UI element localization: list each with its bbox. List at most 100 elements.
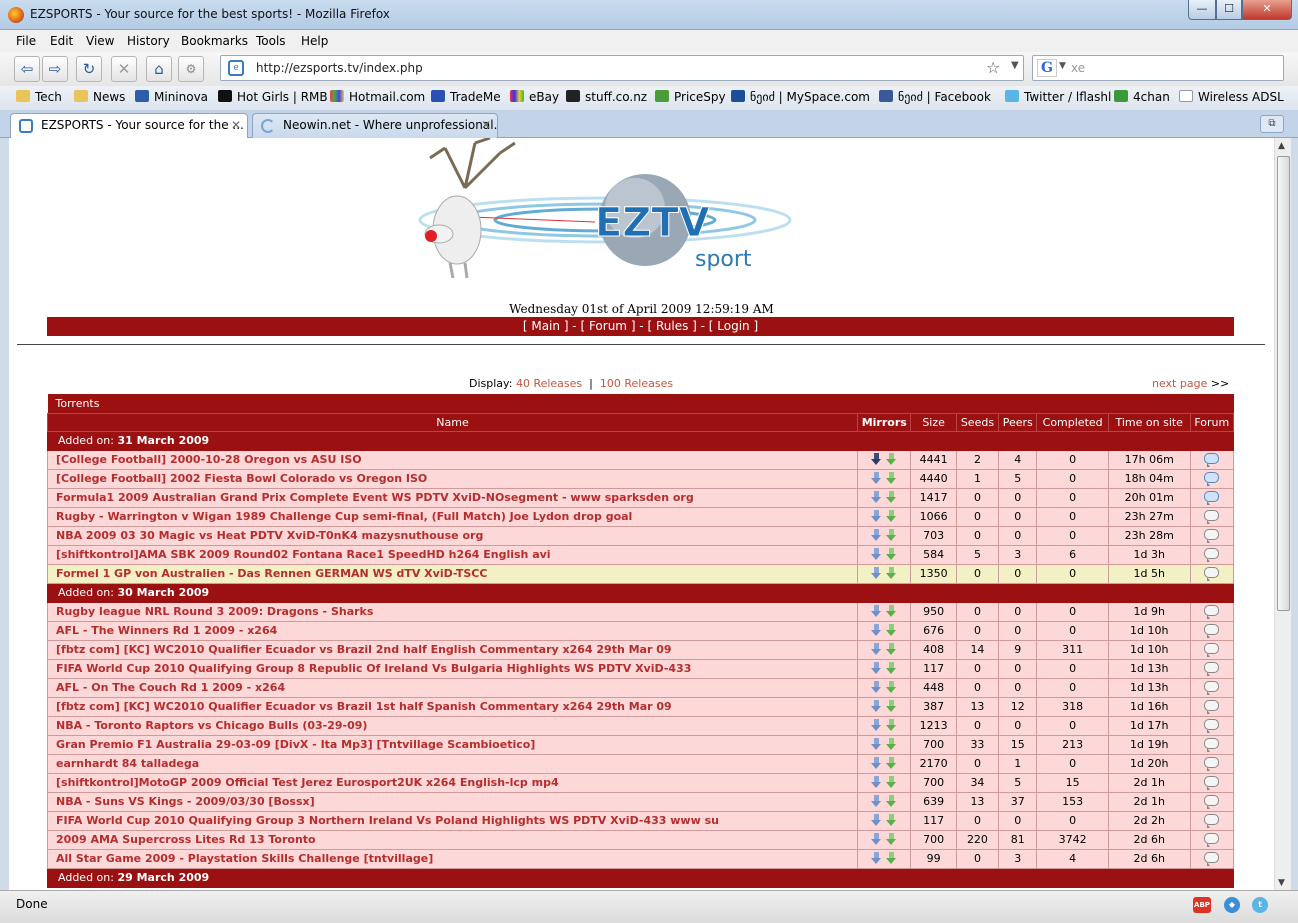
download-icon[interactable] bbox=[871, 452, 882, 466]
scroll-down-icon[interactable]: ▼ bbox=[1278, 878, 1285, 888]
magnet-download-icon[interactable] bbox=[886, 604, 897, 618]
menu-view[interactable]: View bbox=[86, 34, 114, 48]
bookmark-twitter[interactable]: Twitter / lflashl bbox=[1005, 90, 1111, 104]
forum-comment-icon[interactable] bbox=[1204, 681, 1220, 695]
nav-forum-link[interactable]: Forum bbox=[589, 319, 627, 333]
forum-comment-icon[interactable] bbox=[1204, 472, 1220, 486]
display-100-link[interactable]: 100 Releases bbox=[600, 377, 673, 390]
torrent-name-link[interactable]: [College Football] 2000-10-28 Oregon vs … bbox=[46, 449, 859, 470]
forum-comment-icon[interactable] bbox=[1204, 776, 1220, 790]
bookmark-hot-girls[interactable]: Hot Girls | RMB bbox=[218, 90, 328, 104]
torrent-name-link[interactable]: Rugby league NRL Round 3 2009: Dragons -… bbox=[46, 601, 859, 622]
torrent-name-link[interactable]: FIFA World Cup 2010 Qualifying Group 3 N… bbox=[46, 810, 859, 831]
download-icon[interactable] bbox=[871, 756, 882, 770]
forum-comment-icon[interactable] bbox=[1204, 624, 1220, 638]
column-completed[interactable]: Completed bbox=[1036, 412, 1109, 432]
magnet-download-icon[interactable] bbox=[886, 642, 897, 656]
url-dropdown-icon[interactable]: ▼ bbox=[1011, 60, 1019, 71]
bookmark-myspace[interactable]: ნეიძ | MySpace.com bbox=[731, 90, 870, 104]
close-button[interactable]: ✕ bbox=[1242, 0, 1292, 20]
magnet-download-icon[interactable] bbox=[886, 471, 897, 485]
nav-login-link[interactable]: Login bbox=[717, 319, 749, 333]
menu-file[interactable]: File bbox=[16, 34, 36, 48]
forum-comment-icon[interactable] bbox=[1204, 719, 1220, 733]
magnet-download-icon[interactable] bbox=[886, 832, 897, 846]
twitter-status-icon[interactable]: t bbox=[1252, 897, 1268, 913]
torrent-name-link[interactable]: FIFA World Cup 2010 Qualifying Group 8 R… bbox=[46, 658, 859, 679]
menu-history[interactable]: History bbox=[127, 34, 170, 48]
nav-rules-link[interactable]: Rules bbox=[656, 319, 688, 333]
bookmark-ebay[interactable]: eBay bbox=[510, 90, 559, 104]
download-icon[interactable] bbox=[871, 775, 882, 789]
next-page-link[interactable]: next page >> bbox=[1152, 377, 1229, 390]
torrent-name-link[interactable]: [shiftkontrol]MotoGP 2009 Official Test … bbox=[46, 772, 859, 793]
forum-comment-icon[interactable] bbox=[1204, 453, 1220, 467]
forum-comment-icon[interactable] bbox=[1204, 510, 1220, 524]
magnet-download-icon[interactable] bbox=[886, 452, 897, 466]
home-button[interactable]: ⌂ bbox=[146, 56, 172, 82]
bookmark-wireless-adsl[interactable]: Wireless ADSL bbox=[1179, 90, 1284, 104]
torrent-name-link[interactable]: NBA - Toronto Raptors vs Chicago Bulls (… bbox=[46, 715, 859, 736]
url-text[interactable]: http://ezsports.tv/index.php bbox=[256, 61, 423, 75]
forum-comment-icon[interactable] bbox=[1204, 567, 1220, 581]
download-icon[interactable] bbox=[871, 718, 882, 732]
search-engine-dropdown-icon[interactable]: ▼ bbox=[1059, 61, 1066, 71]
download-icon[interactable] bbox=[871, 528, 882, 542]
tab-ezsports[interactable]: EZSPORTS - Your source for the ... ✕ bbox=[10, 113, 248, 138]
forum-comment-icon[interactable] bbox=[1204, 738, 1220, 752]
bookmark-mininova[interactable]: Mininova bbox=[135, 90, 208, 104]
list-all-tabs-button[interactable]: ⧉ bbox=[1260, 115, 1284, 133]
bookmark-4chan[interactable]: 4chan bbox=[1114, 90, 1170, 104]
tab-neowin[interactable]: Neowin.net - Where unprofessional... ✕ bbox=[252, 113, 498, 138]
magnet-download-icon[interactable] bbox=[886, 737, 897, 751]
magnet-download-icon[interactable] bbox=[886, 528, 897, 542]
column-peers[interactable]: Peers bbox=[998, 412, 1038, 432]
torrent-name-link[interactable]: [College Football] 2002 Fiesta Bowl Colo… bbox=[46, 468, 859, 489]
magnet-download-icon[interactable] bbox=[886, 775, 897, 789]
torrent-name-link[interactable]: [shiftkontrol]AMA SBK 2009 Round02 Fonta… bbox=[46, 544, 859, 565]
download-icon[interactable] bbox=[871, 623, 882, 637]
close-tab-icon[interactable]: ✕ bbox=[481, 118, 491, 132]
torrent-name-link[interactable]: All Star Game 2009 - Playstation Skills … bbox=[46, 848, 859, 869]
bookmark-facebook[interactable]: ნეიძ | Facebook bbox=[879, 90, 991, 104]
download-icon[interactable] bbox=[871, 851, 882, 865]
search-input[interactable] bbox=[1071, 59, 1276, 77]
url-bar[interactable]: e http://ezsports.tv/index.php ☆ ▼ bbox=[220, 55, 1024, 81]
download-icon[interactable] bbox=[871, 642, 882, 656]
magnet-download-icon[interactable] bbox=[886, 661, 897, 675]
scroll-up-icon[interactable]: ▲ bbox=[1278, 141, 1285, 151]
torrent-name-link[interactable]: earnhardt 84 talladega bbox=[46, 753, 859, 774]
stop-button[interactable]: ✕ bbox=[111, 56, 137, 82]
magnet-download-icon[interactable] bbox=[886, 699, 897, 713]
adblock-icon[interactable]: ABP bbox=[1193, 897, 1211, 913]
bookmark-news[interactable]: News bbox=[74, 90, 125, 104]
download-icon[interactable] bbox=[871, 699, 882, 713]
download-icon[interactable] bbox=[871, 471, 882, 485]
magnet-download-icon[interactable] bbox=[886, 490, 897, 504]
forum-comment-icon[interactable] bbox=[1204, 529, 1220, 543]
menu-bookmarks[interactable]: Bookmarks bbox=[181, 34, 248, 48]
column-size[interactable]: Size bbox=[910, 412, 957, 432]
torrent-name-link[interactable]: Gran Premio F1 Australia 29-03-09 [DivX … bbox=[46, 734, 859, 755]
bookmark-tech[interactable]: Tech bbox=[16, 90, 62, 104]
magnet-download-icon[interactable] bbox=[886, 623, 897, 637]
forward-button[interactable]: ⇨ bbox=[42, 56, 68, 82]
magnet-download-icon[interactable] bbox=[886, 509, 897, 523]
column-seeds[interactable]: Seeds bbox=[955, 412, 1000, 432]
bookmark-pricespy[interactable]: PriceSpy bbox=[655, 90, 726, 104]
magnet-download-icon[interactable] bbox=[886, 547, 897, 561]
magnet-download-icon[interactable] bbox=[886, 718, 897, 732]
addon-status-icon[interactable]: ◆ bbox=[1224, 897, 1240, 913]
forum-comment-icon[interactable] bbox=[1204, 757, 1220, 771]
magnet-download-icon[interactable] bbox=[886, 566, 897, 580]
magnet-download-icon[interactable] bbox=[886, 680, 897, 694]
bookmark-star-icon[interactable]: ☆ bbox=[986, 58, 1000, 77]
forum-comment-icon[interactable] bbox=[1204, 605, 1220, 619]
back-button[interactable]: ⇦ bbox=[14, 56, 40, 82]
reload-button[interactable]: ↻ bbox=[76, 56, 102, 82]
forum-comment-icon[interactable] bbox=[1204, 833, 1220, 847]
torrent-name-link[interactable]: 2009 AMA Supercross Lites Rd 13 Toronto bbox=[46, 829, 859, 850]
download-icon[interactable] bbox=[871, 794, 882, 808]
bookmark-trademe[interactable]: TradeMe bbox=[431, 90, 501, 104]
download-icon[interactable] bbox=[871, 566, 882, 580]
